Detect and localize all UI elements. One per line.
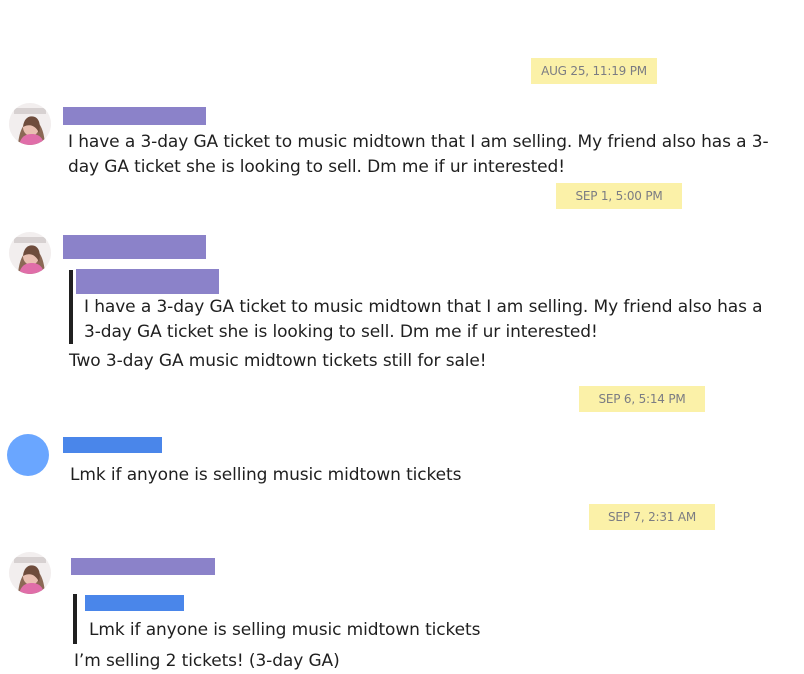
user-avatar[interactable] — [9, 232, 51, 274]
message-text: Two 3-day GA music midtown tickets still… — [69, 351, 487, 371]
message-timestamp: SEP 6, 5:14 PM — [579, 386, 705, 412]
redacted-username — [71, 558, 215, 575]
quoted-redacted-username — [85, 595, 184, 611]
user-photo-avatar-icon — [9, 552, 51, 594]
quote-bar — [73, 594, 77, 644]
message-text: I have a 3-day GA ticket to music midtow… — [68, 132, 769, 177]
message-timestamp: AUG 25, 11:19 PM — [531, 58, 657, 84]
redacted-username — [63, 235, 206, 259]
message-timestamp: SEP 1, 5:00 PM — [556, 183, 682, 209]
user-avatar[interactable] — [9, 103, 51, 145]
redacted-username — [63, 437, 162, 453]
quote-bar — [69, 270, 73, 344]
default-avatar-icon[interactable] — [7, 434, 49, 476]
user-avatar[interactable] — [9, 552, 51, 594]
quoted-message-text: Lmk if anyone is selling music midtown t… — [89, 620, 481, 640]
quoted-message-text: I have a 3-day GA ticket to music midtow… — [84, 297, 763, 342]
message-text: Lmk if anyone is selling music midtown t… — [70, 465, 462, 485]
message-text: I’m selling 2 tickets! (3-day GA) — [74, 651, 340, 671]
redacted-username — [63, 107, 206, 125]
user-photo-avatar-icon — [9, 232, 51, 274]
quoted-redacted-username — [76, 269, 219, 294]
message-timestamp: SEP 7, 2:31 AM — [589, 504, 715, 530]
user-photo-avatar-icon — [9, 103, 51, 145]
